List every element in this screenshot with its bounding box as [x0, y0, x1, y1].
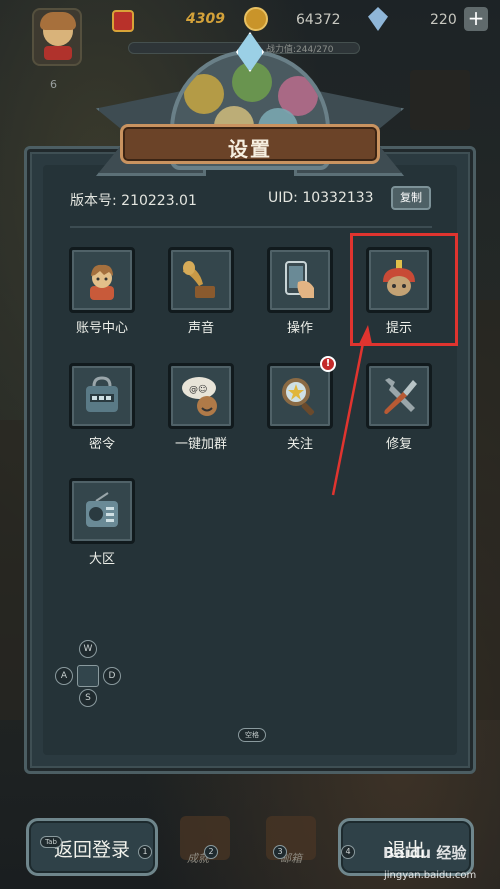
dpad-up-key[interactable]: W [79, 640, 97, 658]
player-avatar[interactable] [32, 8, 82, 66]
red-currency [112, 10, 142, 32]
gem-value: 220 [430, 12, 457, 28]
tile-label-repair: 修复 [385, 437, 412, 452]
cipher-button[interactable] [69, 363, 135, 429]
phone-hand-icon [285, 261, 314, 298]
tile-label-sound: 声音 [187, 321, 214, 336]
plus-icon[interactable]: + [464, 7, 488, 31]
tile-label-region: 大区 [88, 552, 115, 567]
tile-label-follow: 关注 [286, 437, 313, 452]
uid-label: UID: 10332133 [268, 190, 374, 206]
hotkey-3: 3 [273, 845, 287, 859]
join-group-button[interactable]: @☺ [168, 363, 234, 429]
coin-icon [244, 7, 268, 31]
background-scroll-icon [410, 70, 470, 130]
coin-value: 64372 [296, 12, 341, 28]
region-button[interactable] [69, 478, 135, 544]
tile-label-join-group: 一键加群 [174, 437, 227, 452]
account-center-button[interactable] [69, 247, 135, 313]
dpad-right-key[interactable]: D [103, 667, 121, 685]
baidu-watermark-url: jingyan.baidu.com [384, 870, 477, 881]
radio-icon [86, 492, 118, 527]
chat-group-icon: @☺ [182, 377, 217, 416]
red-book-icon [112, 10, 134, 32]
sound-button[interactable] [168, 247, 234, 313]
tile-label-cipher: 密令 [88, 437, 115, 452]
magnifier-star-icon [282, 378, 315, 416]
hotkey-1: 1 [138, 845, 152, 859]
svg-text:@☺: @☺ [189, 384, 207, 395]
tile-label-controls: 操作 [286, 321, 313, 336]
dpad-left-key[interactable]: A [55, 667, 73, 685]
tab-key[interactable]: Tab [40, 836, 62, 848]
page-title: 设置 [228, 137, 272, 161]
divider [70, 226, 432, 228]
follow-alert-badge: ! [320, 356, 336, 372]
controls-button[interactable] [267, 247, 333, 313]
background-building [0, 420, 24, 720]
repair-button[interactable] [366, 363, 432, 429]
hotkey-2: 2 [204, 845, 218, 859]
player-level: 6 [50, 78, 57, 91]
title-banner: 设置 [120, 124, 380, 164]
tips-highlight-box [350, 233, 458, 346]
baidu-watermark: Baidu 经验 [383, 844, 467, 862]
space-key[interactable]: 空格 [238, 728, 266, 742]
background-building [476, 300, 500, 720]
cipher-box-icon [86, 376, 118, 412]
version-label: 版本号: 210223.01 [70, 193, 197, 209]
dpad-center [77, 665, 99, 687]
tile-label-account: 账号中心 [75, 321, 128, 336]
hotkey-4: 4 [341, 845, 355, 859]
gramophone-icon [183, 261, 215, 298]
dpad-down-key[interactable]: S [79, 689, 97, 707]
red-currency-value: 4309 [186, 11, 225, 27]
follow-button[interactable] [267, 363, 333, 429]
wrench-screwdriver-icon [384, 378, 417, 414]
copy-uid-button[interactable]: 复制 [391, 186, 431, 210]
avatar-icon [90, 264, 114, 300]
gem-icon [368, 7, 388, 31]
